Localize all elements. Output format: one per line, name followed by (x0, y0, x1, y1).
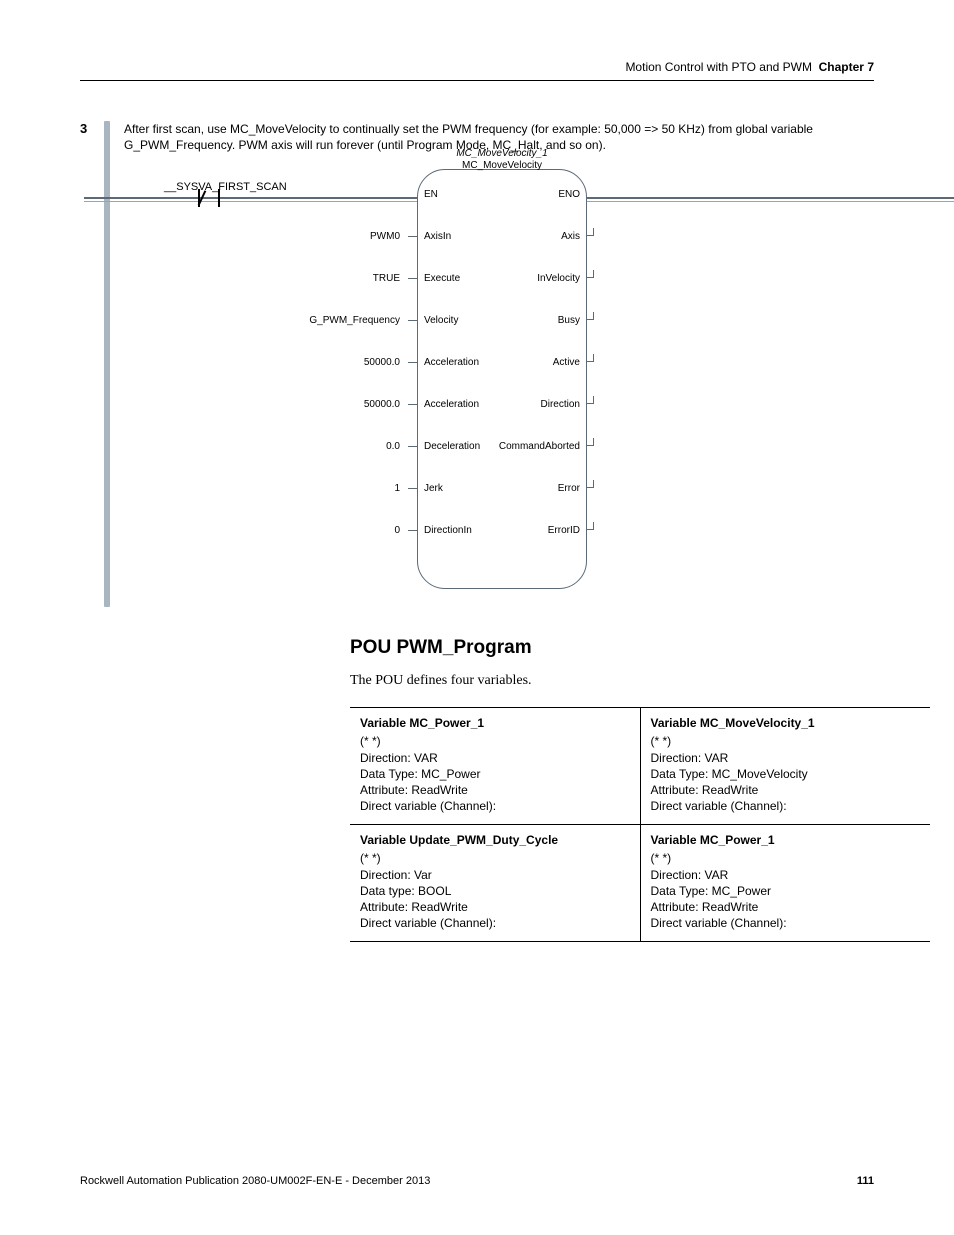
fb-output-port: Direction (541, 399, 580, 410)
variable-line: (* *) (360, 850, 630, 866)
fb-input-value: 50000.0 (364, 357, 400, 368)
variable-name: Variable MC_Power_1 (360, 716, 630, 730)
fb-pin-tick (408, 320, 418, 321)
publication-id: Rockwell Automation Publication 2080-UM0… (80, 1175, 430, 1187)
contact-label: __SYSVA_FIRST_SCAN (164, 181, 287, 193)
fb-output-port: Error (558, 483, 580, 494)
variable-line: Direct variable (Channel): (360, 915, 630, 931)
variable-name: Variable MC_Power_1 (651, 833, 921, 847)
variable-line: (* *) (360, 733, 630, 749)
header-text: Motion Control with PTO and PWM (625, 60, 812, 74)
variable-line: (* *) (651, 850, 921, 866)
page-footer: Rockwell Automation Publication 2080-UM0… (80, 1175, 874, 1187)
fb-input-port: Acceleration (424, 357, 479, 368)
variable-line: Direct variable (Channel): (651, 915, 921, 931)
variable-cell: Variable MC_Power_1 (* *)Direction: VARDa… (350, 708, 640, 825)
fb-output-elbow (586, 396, 594, 404)
fb-input-port: DirectionIn (424, 525, 472, 536)
section-intro: The POU defines four variables. (350, 673, 874, 689)
fb-title: MC_MoveVelocity_1 MC_MoveVelocity (456, 148, 547, 171)
section-heading: POU PWM_Program (350, 637, 874, 659)
fb-instance-name: MC_MoveVelocity_1 (456, 148, 547, 160)
fb-output-elbow (586, 480, 594, 488)
variable-line: Data Type: MC_Power (651, 883, 921, 899)
variable-cell: Variable Update_PWM_Duty_Cycle(* *)Direc… (350, 825, 640, 942)
fb-output-elbow (586, 354, 594, 362)
fb-input-value: TRUE (373, 273, 400, 284)
variable-line: Attribute: ReadWrite (651, 899, 921, 915)
fb-input-value: PWM0 (370, 231, 400, 242)
fb-input-port: Execute (424, 273, 460, 284)
variable-line: Attribute: ReadWrite (651, 782, 921, 798)
variable-line: Direction: VAR (360, 750, 630, 766)
ladder-diagram: __SYSVA_FIRST_SCAN MC_MoveVelocity_1 MC_… (124, 167, 874, 607)
variable-line: Direction: VAR (651, 867, 921, 883)
fb-output-port: Active (553, 357, 580, 368)
fb-output-elbow (586, 270, 594, 278)
fb-input-port: Acceleration (424, 399, 479, 410)
fb-output-port: ErrorID (548, 525, 580, 536)
variable-cell: Variable MC_Power_1 (* *)Direction: VARDa… (640, 825, 930, 942)
nc-contact: __SYSVA_FIRST_SCAN (164, 181, 287, 193)
fb-input-value: 50000.0 (364, 399, 400, 410)
variable-cell: Variable MC_MoveVelocity_1 (* *)Direction… (640, 708, 930, 825)
fb-output-port: ENO (558, 189, 580, 200)
step-block: 3 After first scan, use MC_MoveVelocity … (80, 121, 874, 607)
fb-pin-tick (408, 404, 418, 405)
fb-pin-tick (408, 446, 418, 447)
ladder-link-out (587, 197, 954, 199)
fb-type-name: MC_MoveVelocity (456, 160, 547, 172)
fb-pin-tick (408, 278, 418, 279)
fb-pin-tick (408, 530, 418, 531)
fb-output-elbow (586, 228, 594, 236)
variable-line: Direct variable (Channel): (651, 798, 921, 814)
fb-input-value: 0.0 (386, 441, 400, 452)
fb-input-value: 1 (394, 483, 400, 494)
variable-line: Direction: Var (360, 867, 630, 883)
running-header: Motion Control with PTO and PWM Chapter … (80, 60, 874, 74)
page-number: 111 (857, 1175, 874, 1187)
variable-name: Variable MC_MoveVelocity_1 (651, 716, 921, 730)
fb-output-port: CommandAborted (499, 441, 580, 452)
variable-name: Variable Update_PWM_Duty_Cycle (360, 833, 630, 847)
function-block: MC_MoveVelocity_1 MC_MoveVelocity ENAxis… (417, 169, 587, 589)
fb-input-value: 0 (394, 525, 400, 536)
variable-line: Direct variable (Channel): (360, 798, 630, 814)
fb-pin-tick (408, 362, 418, 363)
variable-line: Attribute: ReadWrite (360, 899, 630, 915)
fb-output-elbow (586, 438, 594, 446)
fb-output-port: InVelocity (537, 273, 580, 284)
variable-line: (* *) (651, 733, 921, 749)
fb-output-port: Busy (558, 315, 580, 326)
contact-bar (218, 189, 220, 207)
fb-input-port: AxisIn (424, 231, 451, 242)
ladder-link (239, 197, 417, 199)
variable-line: Data Type: MC_MoveVelocity (651, 766, 921, 782)
fb-output-elbow (586, 312, 594, 320)
fb-output-elbow (586, 522, 594, 530)
header-rule (80, 80, 874, 81)
variable-line: Direction: VAR (651, 750, 921, 766)
variable-line: Data type: BOOL (360, 883, 630, 899)
fb-input-port: Jerk (424, 483, 443, 494)
fb-pin-tick (408, 236, 418, 237)
variable-line: Data Type: MC_Power (360, 766, 630, 782)
fb-output-port: Axis (561, 231, 580, 242)
fb-input-value: G_PWM_Frequency (309, 315, 400, 326)
fb-input-port: EN (424, 189, 438, 200)
variable-line: Attribute: ReadWrite (360, 782, 630, 798)
variables-table: Variable MC_Power_1(* *)Direction: VARDa… (350, 707, 930, 942)
step-accent-bar (104, 121, 110, 607)
fb-pin-tick (408, 488, 418, 489)
fb-input-port: Velocity (424, 315, 458, 326)
step-number: 3 (80, 121, 104, 136)
fb-input-port: Deceleration (424, 441, 480, 452)
header-chapter: Chapter 7 (815, 60, 874, 74)
